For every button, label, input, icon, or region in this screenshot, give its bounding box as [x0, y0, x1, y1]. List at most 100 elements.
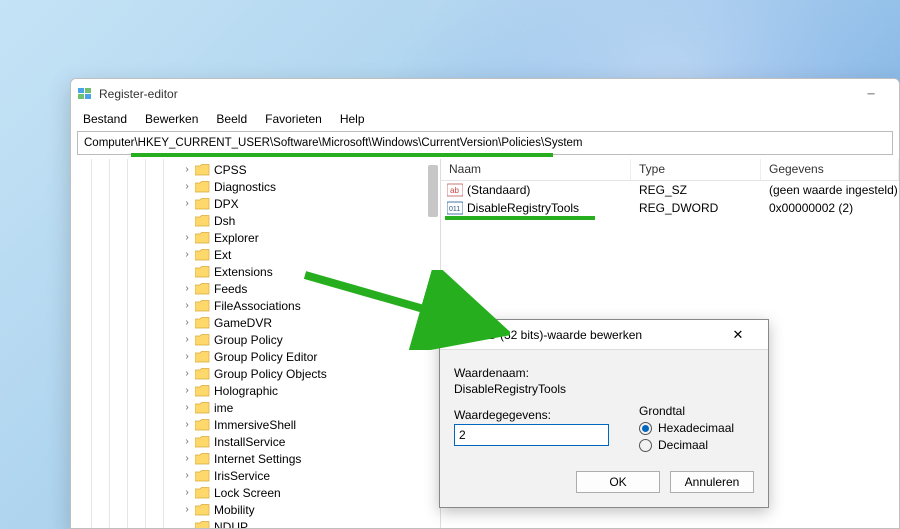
tree-item[interactable]: Dsh — [71, 212, 440, 229]
chevron-right-icon[interactable]: › — [181, 232, 193, 243]
chevron-right-icon[interactable]: › — [181, 385, 193, 396]
tree-item[interactable]: › Lock Screen — [71, 484, 440, 501]
list-row[interactable]: ab(Standaard) REG_SZ (geen waarde ingest… — [441, 181, 899, 199]
registry-editor-window: Register-editor ─ ▢ Bestand Bewerken Bee… — [70, 78, 900, 529]
chevron-right-icon[interactable]: › — [181, 470, 193, 481]
chevron-right-icon[interactable]: › — [181, 164, 193, 175]
radio-hexadecimal[interactable]: Hexadecimaal — [639, 421, 734, 435]
tree-item[interactable]: › ime — [71, 399, 440, 416]
tree-item[interactable]: › Ext — [71, 246, 440, 263]
menu-bestand[interactable]: Bestand — [75, 110, 135, 128]
minimize-button[interactable]: ─ — [849, 80, 893, 108]
chevron-right-icon[interactable]: › — [181, 300, 193, 311]
col-type[interactable]: Type — [631, 159, 761, 180]
tree-item-label: Ext — [214, 248, 231, 262]
folder-icon — [195, 521, 210, 529]
folder-icon — [195, 419, 210, 431]
tree-item[interactable]: › Internet Settings — [71, 450, 440, 467]
tree-item[interactable]: › Holographic — [71, 382, 440, 399]
folder-icon — [195, 385, 210, 397]
tree-item-label: Group Policy Editor — [214, 350, 317, 364]
tree-item-label: IrisService — [214, 469, 270, 483]
chevron-right-icon[interactable]: › — [181, 436, 193, 447]
tree-item-label: Mobility — [214, 503, 255, 517]
tree-item[interactable]: ›Group Policy Objects — [71, 365, 440, 382]
tree-item-label: NDUP — [214, 520, 248, 529]
tree-item-label: Lock Screen — [214, 486, 281, 500]
chevron-right-icon[interactable]: › — [181, 317, 193, 328]
tree-item[interactable]: NDUP — [71, 518, 440, 528]
col-data[interactable]: Gegevens — [761, 159, 899, 180]
tree-item[interactable]: ›Diagnostics — [71, 178, 440, 195]
tree-item[interactable]: ›Feeds — [71, 280, 440, 297]
value-type: REG_SZ — [631, 183, 761, 197]
folder-icon — [195, 215, 210, 227]
tree-item[interactable]: › GameDVR — [71, 314, 440, 331]
folder-icon — [195, 317, 210, 329]
folder-icon — [195, 470, 210, 482]
tree-item-label: Holographic — [214, 384, 278, 398]
svg-text:011: 011 — [449, 206, 460, 213]
tree-pane[interactable]: ›CPSS›Diagnostics›DPXDsh›Explorer›ExtExt… — [71, 159, 441, 528]
value-data-input[interactable] — [454, 424, 609, 446]
tree-item[interactable]: Extensions — [71, 263, 440, 280]
tree-item-label: Extensions — [214, 265, 273, 279]
col-name[interactable]: Naam — [441, 159, 631, 180]
chevron-right-icon[interactable]: › — [181, 368, 193, 379]
radio-dot-icon — [639, 439, 652, 452]
tree-item[interactable]: › IrisService — [71, 467, 440, 484]
folder-icon — [195, 487, 210, 499]
titlebar[interactable]: Register-editor ─ ▢ — [71, 79, 899, 109]
tree-item-label: Internet Settings — [214, 452, 301, 466]
folder-icon — [195, 164, 210, 176]
chevron-right-icon[interactable]: › — [181, 402, 193, 413]
tree-item[interactable]: ›FileAssociations — [71, 297, 440, 314]
chevron-right-icon[interactable]: › — [181, 351, 193, 362]
svg-text:ab: ab — [450, 186, 459, 195]
tree-item[interactable]: › Mobility — [71, 501, 440, 518]
chevron-right-icon[interactable]: › — [181, 249, 193, 260]
list-header: Naam Type Gegevens — [441, 159, 899, 181]
chevron-right-icon[interactable]: › — [181, 487, 193, 498]
value-name-display: DisableRegistryTools — [454, 382, 754, 396]
chevron-right-icon[interactable]: › — [181, 334, 193, 345]
tree-item[interactable]: › Group Policy — [71, 331, 440, 348]
chevron-right-icon[interactable]: › — [181, 181, 193, 192]
folder-icon — [195, 504, 210, 516]
menu-favorieten[interactable]: Favorieten — [257, 110, 330, 128]
menu-help[interactable]: Help — [332, 110, 373, 128]
address-bar[interactable]: Computer\HKEY_CURRENT_USER\Software\Micr… — [77, 131, 893, 155]
menubar: Bestand Bewerken Beeld Favorieten Help — [71, 109, 899, 129]
tree-item[interactable]: ›Explorer — [71, 229, 440, 246]
chevron-right-icon[interactable]: › — [181, 453, 193, 464]
value-type: REG_DWORD — [631, 201, 761, 215]
tree-item[interactable]: › DPX — [71, 195, 440, 212]
chevron-right-icon[interactable]: › — [181, 283, 193, 294]
tree-item-label: ime — [214, 401, 233, 415]
tree-item-label: DPX — [214, 197, 239, 211]
radio-decimal[interactable]: Decimaal — [639, 438, 734, 452]
string-value-icon: ab — [447, 183, 463, 197]
tree-item-label: Group Policy — [214, 333, 283, 347]
cancel-button[interactable]: Annuleren — [670, 471, 754, 493]
chevron-right-icon[interactable]: › — [181, 504, 193, 515]
list-row[interactable]: 011DisableRegistryTools REG_DWORD 0x0000… — [441, 199, 899, 217]
folder-icon — [195, 232, 210, 244]
chevron-right-icon[interactable]: › — [181, 198, 193, 209]
tree-item[interactable]: ›CPSS — [71, 161, 440, 178]
dialog-titlebar[interactable]: DWORD (32 bits)-waarde bewerken ✕ — [440, 320, 768, 350]
tree-item[interactable]: ›InstallService — [71, 433, 440, 450]
tree-item-label: GameDVR — [214, 316, 272, 330]
dialog-title: DWORD (32 bits)-waarde bewerken — [450, 328, 718, 342]
chevron-right-icon[interactable]: › — [181, 419, 193, 430]
ok-button[interactable]: OK — [576, 471, 660, 493]
list-pane[interactable]: Naam Type Gegevens ab(Standaard) REG_SZ … — [441, 159, 899, 528]
tree-item[interactable]: › Group Policy Editor — [71, 348, 440, 365]
close-icon[interactable]: ✕ — [718, 327, 758, 343]
folder-icon — [195, 453, 210, 465]
tree-item[interactable]: ›ImmersiveShell — [71, 416, 440, 433]
value-name: DisableRegistryTools — [467, 201, 579, 215]
menu-bewerken[interactable]: Bewerken — [137, 110, 206, 128]
menu-beeld[interactable]: Beeld — [208, 110, 255, 128]
highlight-address — [131, 153, 553, 157]
